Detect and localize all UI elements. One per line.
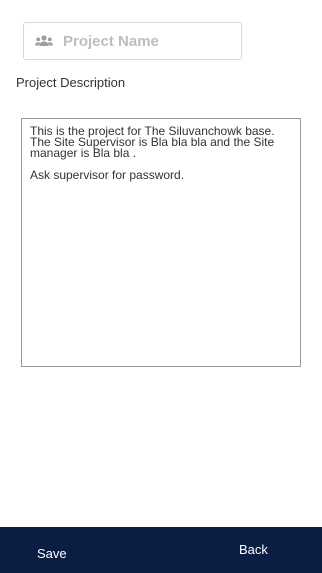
project-name-input[interactable]	[63, 32, 213, 50]
project-name-field[interactable]	[23, 22, 242, 60]
back-button[interactable]: Back	[239, 526, 268, 572]
users-icon	[35, 35, 53, 47]
project-description-textarea[interactable]: This is the project for The Siluvanchowk…	[21, 118, 301, 367]
footer-bar: Save Back	[0, 527, 322, 573]
project-description-label: Project Description	[16, 75, 126, 90]
edit-project-screen: Project Description This is the project …	[0, 0, 322, 573]
save-button[interactable]: Save	[37, 530, 67, 573]
